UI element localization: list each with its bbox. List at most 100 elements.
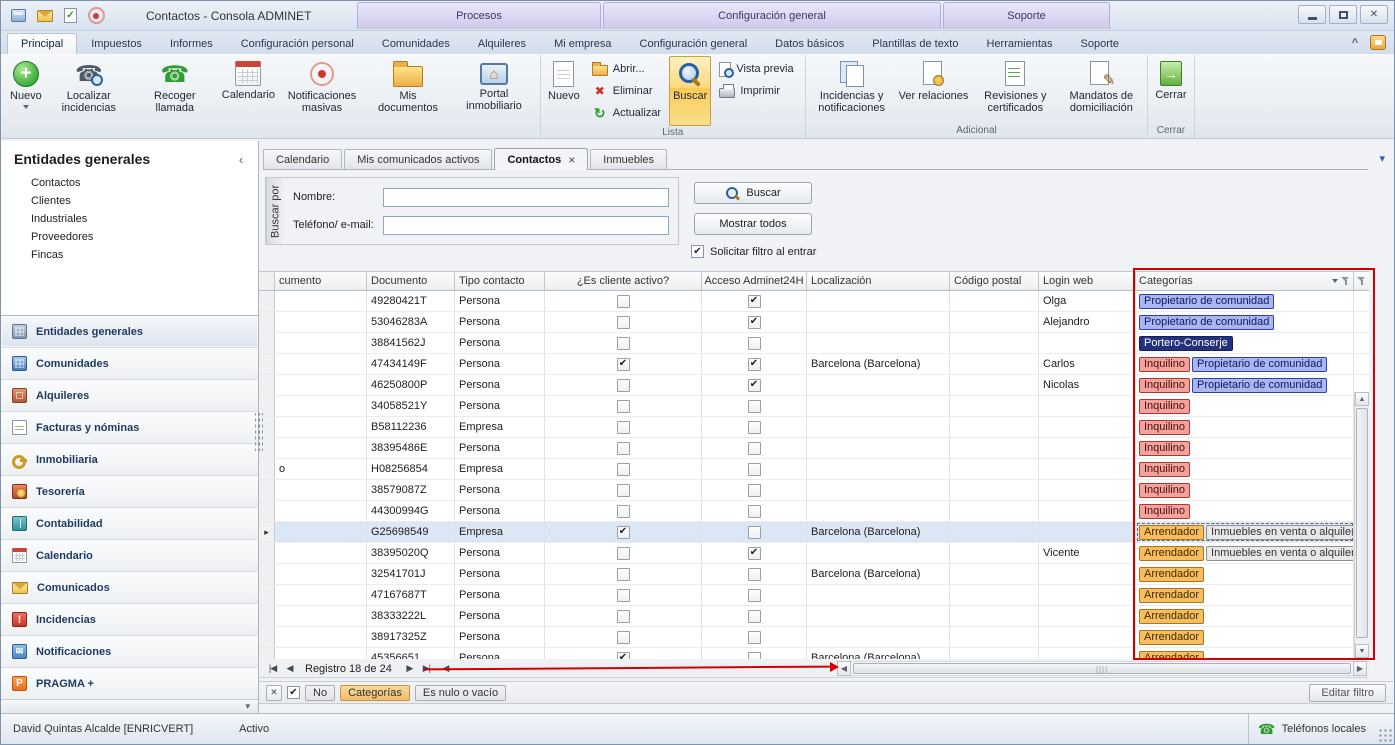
tab-soporte[interactable]: Soporte bbox=[1067, 33, 1134, 54]
next-record-button[interactable] bbox=[402, 661, 417, 676]
table-row[interactable]: ▸ 38333222L Persona ✔ ✔ Arrendador bbox=[259, 606, 1369, 627]
cliente-activo-checkbox[interactable]: ✔ bbox=[617, 568, 630, 581]
filter-dropdown-icon[interactable] bbox=[1332, 279, 1338, 283]
mostrar-todos-button[interactable]: Mostrar todos bbox=[694, 213, 812, 235]
acceso-adminet-checkbox[interactable]: ✔ bbox=[748, 442, 761, 455]
scroll-up-icon[interactable]: ▲ bbox=[1355, 392, 1369, 406]
document-tab-contactos[interactable]: Contactos × bbox=[494, 148, 588, 170]
minimize-ribbon-icon[interactable]: ^ bbox=[1347, 35, 1363, 50]
acceso-adminet-checkbox[interactable]: ✔ bbox=[748, 358, 761, 371]
solicitar-filtro-checkbox[interactable]: ✔ Solicitar filtro al entrar bbox=[691, 245, 816, 258]
ribbon-button[interactable]: Nuevo bbox=[6, 56, 46, 124]
buscar-button[interactable]: Buscar bbox=[694, 182, 812, 204]
cliente-activo-checkbox[interactable]: ✔ bbox=[617, 505, 630, 518]
ribbon-small-button[interactable]: Eliminar bbox=[586, 81, 667, 101]
table-row[interactable]: ▸ 38917325Z Persona ✔ ✔ Arrendador bbox=[259, 627, 1369, 648]
collapse-sidebar-icon[interactable]: ‹ bbox=[232, 150, 250, 168]
resize-grip[interactable] bbox=[1378, 728, 1392, 742]
tab-comunidades[interactable]: Comunidades bbox=[368, 33, 464, 54]
table-row[interactable]: ▸ 34058521Y Persona ✔ ✔ Inquilino bbox=[259, 396, 1369, 417]
previous-record-button[interactable] bbox=[282, 661, 297, 676]
tab-alquileres[interactable]: Alquileres bbox=[464, 33, 540, 54]
acceso-adminet-checkbox[interactable]: ✔ bbox=[748, 337, 761, 350]
tab-herramientas[interactable]: Herramientas bbox=[972, 33, 1066, 54]
nav-item-entidades-generales[interactable]: Entidades generales bbox=[1, 315, 258, 347]
acceso-adminet-checkbox[interactable]: ✔ bbox=[748, 463, 761, 476]
nav-item-comunidades[interactable]: Comunidades bbox=[1, 347, 258, 379]
nombre-input[interactable] bbox=[383, 188, 669, 207]
table-row[interactable]: ▸ 38579087Z Persona ✔ ✔ Inquilino bbox=[259, 480, 1369, 501]
tab-plantillas-de-texto[interactable]: Plantillas de texto bbox=[858, 33, 972, 54]
ribbon-button[interactable]: Localizar incidencias bbox=[46, 56, 132, 124]
cliente-activo-checkbox[interactable]: ✔ bbox=[617, 484, 630, 497]
cliente-activo-checkbox[interactable]: ✔ bbox=[617, 652, 630, 660]
ribbon-small-button[interactable]: Imprimir bbox=[713, 81, 799, 101]
acceso-adminet-checkbox[interactable]: ✔ bbox=[748, 505, 761, 518]
vscroll-thumb[interactable] bbox=[1356, 408, 1368, 638]
header-acceso-adminet24h[interactable]: Acceso Adminet24H bbox=[702, 272, 807, 290]
acceso-adminet-checkbox[interactable]: ✔ bbox=[748, 295, 761, 308]
nav-item-inmobiliaria[interactable]: Inmobiliaria bbox=[1, 443, 258, 475]
close-tab-icon[interactable]: × bbox=[568, 153, 575, 167]
acceso-adminet-checkbox[interactable]: ✔ bbox=[748, 400, 761, 413]
minimize-button[interactable] bbox=[1298, 5, 1326, 24]
ribbon-button[interactable]: Mandatos de domiciliación bbox=[1058, 56, 1144, 124]
first-record-button[interactable] bbox=[265, 661, 280, 676]
cliente-activo-checkbox[interactable]: ✔ bbox=[617, 421, 630, 434]
acceso-adminet-checkbox[interactable]: ✔ bbox=[748, 421, 761, 434]
tab-datos-basicos[interactable]: Datos básicos bbox=[761, 33, 858, 54]
ribbon-button[interactable]: Ver relaciones bbox=[895, 56, 973, 124]
cliente-activo-checkbox[interactable]: ✔ bbox=[617, 295, 630, 308]
acceso-adminet-checkbox[interactable]: ✔ bbox=[748, 547, 761, 560]
acceso-adminet-checkbox[interactable]: ✔ bbox=[748, 379, 761, 392]
filter-chip[interactable]: No bbox=[305, 685, 335, 701]
ribbon-button[interactable]: Portal inmobiliario bbox=[451, 56, 537, 124]
ribbon-button[interactable]: Revisiones y certificados bbox=[972, 56, 1058, 124]
nav-item-comunicados[interactable]: Comunicados bbox=[1, 571, 258, 603]
filter-chip[interactable]: Es nulo o vacío bbox=[415, 685, 506, 701]
ribbon-small-button[interactable]: Abrir... bbox=[586, 59, 667, 79]
cliente-activo-checkbox[interactable]: ✔ bbox=[617, 526, 630, 539]
cerrar-button[interactable]: Cerrar bbox=[1151, 56, 1190, 124]
cliente-activo-checkbox[interactable]: ✔ bbox=[617, 379, 630, 392]
header-codigo-postal[interactable]: Código postal bbox=[950, 272, 1039, 290]
document-tab-mis-comunicados-activos[interactable]: Mis comunicados activos × bbox=[344, 149, 492, 169]
sidebar-link[interactable]: Contactos bbox=[1, 174, 258, 192]
table-row[interactable]: ▸ 53046283A Persona ✔ ✔ Alejandro Propie… bbox=[259, 312, 1369, 333]
filter-chip[interactable]: Categorías bbox=[340, 685, 410, 701]
hscroll-right-icon[interactable] bbox=[1353, 661, 1367, 676]
acceso-adminet-checkbox[interactable]: ✔ bbox=[748, 610, 761, 623]
table-row[interactable]: ▸ 38841562J Persona ✔ ✔ Portero-Conserje bbox=[259, 333, 1369, 354]
document-tab-calendario[interactable]: Calendario × bbox=[263, 149, 342, 169]
acceso-adminet-checkbox[interactable]: ✔ bbox=[748, 631, 761, 644]
nav-item-incidencias[interactable]: Incidencias bbox=[1, 603, 258, 635]
table-row[interactable]: ▸ B58112236 Empresa ✔ ✔ Inquilino bbox=[259, 417, 1369, 438]
nuevo-record-button[interactable]: Nuevo bbox=[544, 56, 584, 126]
tab-configuracion-personal[interactable]: Configuración personal bbox=[227, 33, 368, 54]
cliente-activo-checkbox[interactable]: ✔ bbox=[617, 589, 630, 602]
nav-item-pragma[interactable]: PRAGMA + bbox=[1, 667, 258, 699]
ribbon-button[interactable]: Notificaciones masivas bbox=[279, 56, 365, 124]
cliente-activo-checkbox[interactable]: ✔ bbox=[617, 547, 630, 560]
broadcast-icon[interactable] bbox=[88, 8, 104, 24]
acceso-adminet-checkbox[interactable]: ✔ bbox=[748, 589, 761, 602]
header-login-web[interactable]: Login web bbox=[1039, 272, 1136, 290]
sidebar-link[interactable]: Proveedores bbox=[1, 228, 258, 246]
header-localizacion[interactable]: Localización bbox=[807, 272, 950, 290]
cliente-activo-checkbox[interactable]: ✔ bbox=[617, 610, 630, 623]
splitter-handle[interactable] bbox=[255, 413, 263, 451]
cliente-activo-checkbox[interactable]: ✔ bbox=[617, 442, 630, 455]
table-row[interactable]: ▸ G25698549 Empresa ✔ ✔ Barcelona (Barce… bbox=[259, 522, 1369, 543]
hscroll-track[interactable] bbox=[851, 661, 1353, 676]
nav-item-notificaciones[interactable]: Notificaciones bbox=[1, 635, 258, 667]
tab-configuracion-general[interactable]: Configuración general bbox=[626, 33, 762, 54]
cliente-activo-checkbox[interactable]: ✔ bbox=[617, 631, 630, 644]
header-categorias[interactable]: Categorías bbox=[1136, 272, 1354, 290]
mail-icon[interactable] bbox=[37, 10, 53, 22]
nav-item-calendario[interactable]: Calendario bbox=[1, 539, 258, 571]
cliente-activo-checkbox[interactable]: ✔ bbox=[617, 400, 630, 413]
tab-principal[interactable]: Principal bbox=[7, 33, 77, 54]
table-row[interactable]: ▸ 47167687T Persona ✔ ✔ Arrendador bbox=[259, 585, 1369, 606]
table-row[interactable]: ▸ 47434149F Persona ✔ ✔ Barcelona (Barce… bbox=[259, 354, 1369, 375]
nav-item-alquileres[interactable]: Alquileres bbox=[1, 379, 258, 411]
